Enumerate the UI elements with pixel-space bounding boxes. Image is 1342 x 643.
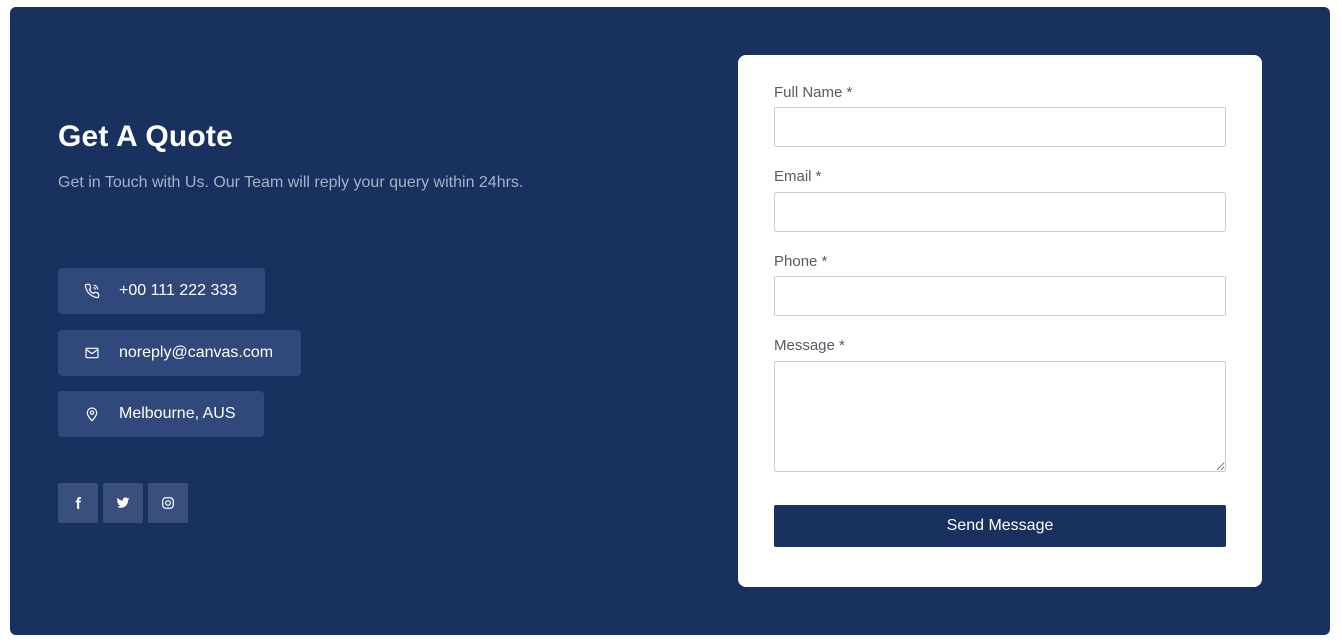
phone-icon [84, 283, 100, 299]
send-message-button[interactable]: Send Message [774, 505, 1226, 547]
contact-location[interactable]: Melbourne, AUS [58, 391, 264, 437]
phone-input[interactable] [774, 276, 1226, 316]
contact-phone[interactable]: +00 111 222 333 [58, 268, 266, 314]
instagram-icon [162, 497, 174, 509]
quote-form: Full Name * Email * Phone * Message * Se… [738, 55, 1262, 587]
full-name-label: Full Name * [774, 84, 853, 101]
location-pin-icon [84, 406, 100, 422]
phone-label: Phone * [774, 253, 828, 270]
message-label: Message * [774, 337, 845, 354]
section-title: Get A Quote [58, 120, 233, 153]
facebook-icon [75, 497, 81, 509]
full-name-input[interactable] [774, 107, 1226, 147]
message-textarea[interactable] [774, 361, 1226, 472]
social-links [58, 483, 188, 523]
twitter-icon [116, 497, 130, 508]
instagram-button[interactable] [148, 483, 188, 523]
quote-section: Get A Quote Get in Touch with Us. Our Te… [10, 7, 1330, 635]
email-label: Email * [774, 168, 822, 185]
twitter-button[interactable] [103, 483, 143, 523]
section-subtitle: Get in Touch with Us. Our Team will repl… [58, 174, 524, 191]
facebook-button[interactable] [58, 483, 98, 523]
contact-email[interactable]: noreply@canvas.com [58, 330, 302, 376]
mail-icon [84, 345, 100, 361]
contact-email-text: noreply@canvas.com [119, 344, 274, 361]
contact-location-text: Melbourne, AUS [119, 405, 236, 422]
email-input[interactable] [774, 192, 1226, 232]
contact-phone-text: +00 111 222 333 [119, 282, 238, 299]
